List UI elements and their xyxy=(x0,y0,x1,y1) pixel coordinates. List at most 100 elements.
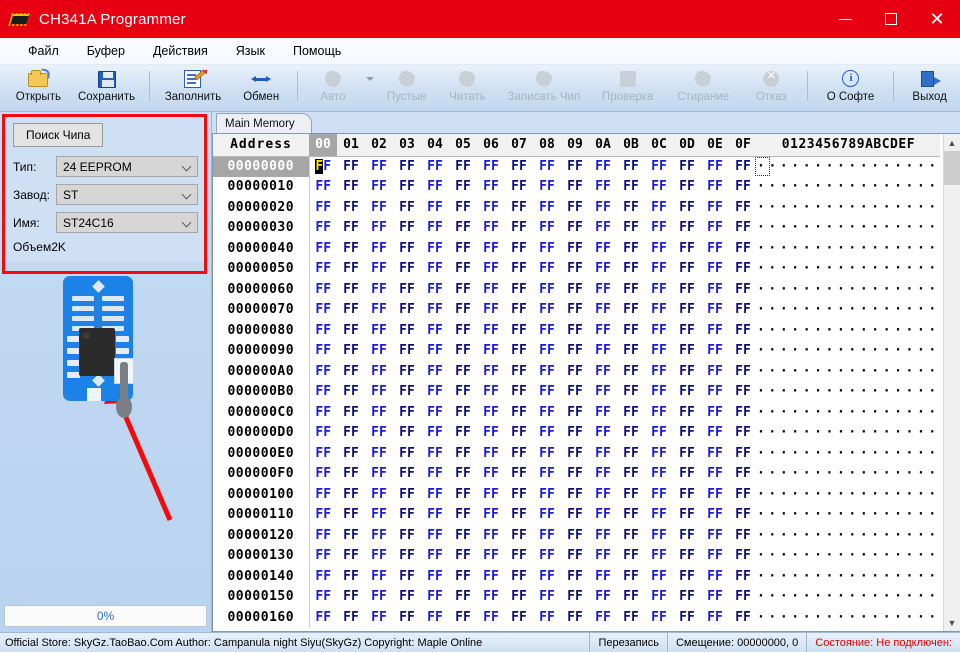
hex-byte-cell[interactable]: FF xyxy=(701,566,729,587)
hex-byte-cell[interactable]: FF xyxy=(645,197,673,218)
hex-byte-cell[interactable]: FF xyxy=(589,279,617,300)
hex-byte-cell[interactable]: FF xyxy=(561,197,589,218)
hex-row[interactable]: 00000080 FF FF FF FF FF FF FF FF FF FF FF FF FF FF FF FF… xyxy=(213,320,940,341)
hex-byte-cell[interactable]: FF xyxy=(505,566,533,587)
hex-byte-cell[interactable]: FF xyxy=(589,361,617,382)
hex-byte-cell[interactable]: FF xyxy=(421,546,449,567)
hex-byte-cell[interactable]: FF xyxy=(365,525,393,546)
hex-byte-cell[interactable]: FF xyxy=(645,156,673,177)
hex-byte-cell[interactable]: FF xyxy=(337,566,365,587)
hex-byte-cell[interactable]: FF xyxy=(477,382,505,403)
hex-byte-cell[interactable]: FF xyxy=(533,566,561,587)
hex-ascii-cell[interactable]: ················ xyxy=(757,279,940,300)
hex-byte-cell[interactable]: FF xyxy=(701,464,729,485)
toolbar-read-button[interactable]: Читать xyxy=(437,65,498,111)
hex-byte-cell[interactable]: FF xyxy=(645,587,673,608)
hex-byte-cell[interactable]: FF xyxy=(449,341,477,362)
hex-byte-cell[interactable]: FF xyxy=(337,218,365,239)
hex-byte-cell[interactable]: FF xyxy=(561,587,589,608)
hex-byte-cell[interactable]: FF xyxy=(673,402,701,423)
hex-byte-cell[interactable]: FF xyxy=(673,320,701,341)
hex-byte-cell[interactable]: FF xyxy=(477,156,505,177)
hex-ascii-cell[interactable]: ················ xyxy=(757,402,940,423)
hex-byte-cell[interactable]: FF xyxy=(449,402,477,423)
hex-byte-cell[interactable]: FF xyxy=(337,300,365,321)
hex-byte-cell[interactable]: FF xyxy=(449,525,477,546)
hex-byte-cell[interactable]: FF xyxy=(393,546,421,567)
hex-byte-cell[interactable]: FF xyxy=(505,320,533,341)
hex-byte-cell[interactable]: FF xyxy=(393,607,421,628)
hex-byte-cell[interactable]: FF xyxy=(533,218,561,239)
hex-row[interactable]: 00000150 FF FF FF FF FF FF FF FF FF FF FF FF FF FF FF FF… xyxy=(213,586,940,608)
hex-byte-cell[interactable]: FF xyxy=(729,525,757,546)
hex-byte-cell[interactable]: FF xyxy=(701,259,729,280)
hex-byte-cell[interactable]: FF xyxy=(533,464,561,485)
hex-byte-cell[interactable]: FF xyxy=(337,484,365,505)
hex-byte-cell[interactable]: FF xyxy=(421,300,449,321)
hex-byte-cell[interactable]: FF xyxy=(589,525,617,546)
hex-byte-cell[interactable]: FF xyxy=(701,361,729,382)
hex-byte-cell[interactable]: FF xyxy=(617,607,645,628)
hex-byte-cell[interactable]: FF xyxy=(617,238,645,259)
hex-ascii-cell[interactable]: ················ xyxy=(757,423,940,444)
hex-byte-cell[interactable]: FF xyxy=(617,525,645,546)
hex-byte-cell[interactable]: FF xyxy=(617,546,645,567)
hex-row[interactable]: 00000120 FF FF FF FF FF FF FF FF FF FF FF FF FF FF FF FF… xyxy=(213,525,940,546)
hex-byte-cell[interactable]: FF xyxy=(589,587,617,608)
hex-byte-cell[interactable]: FF xyxy=(421,341,449,362)
hex-byte-cell[interactable]: FF xyxy=(617,156,645,177)
hex-byte-cell[interactable]: FF xyxy=(617,177,645,198)
hex-byte-cell[interactable]: FF xyxy=(505,525,533,546)
hex-byte-cell[interactable]: FF xyxy=(589,423,617,444)
hex-row[interactable]: 00000160 FF FF FF FF FF FF FF FF FF FF FF FF FF FF FF FF… xyxy=(213,607,940,628)
toolbar-swap-button[interactable]: Обмен xyxy=(231,65,292,111)
hex-byte-cell[interactable]: FF xyxy=(477,218,505,239)
hex-byte-cell[interactable]: FF xyxy=(533,361,561,382)
hex-byte-cell[interactable]: FF xyxy=(421,566,449,587)
hex-byte-cell[interactable]: FF xyxy=(365,177,393,198)
hex-row[interactable]: 00000050 FF FF FF FF FF FF FF FF FF FF FF FF FF FF FF FF… xyxy=(213,258,940,280)
hex-byte-cell[interactable]: FF xyxy=(729,546,757,567)
hex-byte-cell[interactable]: FF xyxy=(673,156,701,177)
hex-byte-cell[interactable]: FF xyxy=(449,156,477,177)
hex-byte-cell[interactable]: FF xyxy=(365,566,393,587)
hex-byte-cell[interactable]: FF xyxy=(365,505,393,526)
hex-byte-cell[interactable]: FF xyxy=(701,382,729,403)
hex-row[interactable]: 00000070 FF FF FF FF FF FF FF FF FF FF FF FF FF FF FF FF… xyxy=(213,299,940,321)
hex-byte-cell[interactable]: FF xyxy=(309,587,337,608)
hex-byte-cell[interactable]: FF xyxy=(477,484,505,505)
hex-byte-cell[interactable]: FF xyxy=(617,279,645,300)
hex-byte-cell[interactable]: FF xyxy=(337,197,365,218)
toolbar-blank-button[interactable]: Пустые xyxy=(376,65,437,111)
hex-byte-cell[interactable]: FF xyxy=(589,484,617,505)
hex-byte-cell[interactable]: FF xyxy=(673,197,701,218)
hex-byte-cell[interactable]: FF xyxy=(393,484,421,505)
hex-byte-cell[interactable]: FF xyxy=(589,320,617,341)
hex-byte-cell[interactable]: FF xyxy=(309,464,337,485)
hex-byte-cell[interactable]: FF xyxy=(617,341,645,362)
hex-byte-cell[interactable]: FF xyxy=(477,238,505,259)
hex-byte-cell[interactable]: FF xyxy=(561,300,589,321)
hex-byte-cell[interactable]: FF xyxy=(393,197,421,218)
hex-byte-cell[interactable]: FF xyxy=(449,443,477,464)
hex-byte-cell[interactable]: FF xyxy=(589,218,617,239)
hex-byte-cell[interactable]: FF xyxy=(645,259,673,280)
hex-byte-cell[interactable]: FF xyxy=(309,156,337,177)
hex-ascii-cell[interactable]: ················ xyxy=(757,361,940,382)
hex-byte-cell[interactable]: FF xyxy=(561,320,589,341)
hex-byte-cell[interactable]: FF xyxy=(365,607,393,628)
hex-byte-cell[interactable]: FF xyxy=(673,300,701,321)
hex-byte-cell[interactable]: FF xyxy=(505,156,533,177)
hex-byte-cell[interactable]: FF xyxy=(393,505,421,526)
hex-byte-cell[interactable]: FF xyxy=(337,177,365,198)
hex-byte-cell[interactable]: FF xyxy=(589,443,617,464)
hex-ascii-cell[interactable]: ················ xyxy=(757,566,940,587)
hex-byte-cell[interactable]: FF xyxy=(589,156,617,177)
hex-byte-cell[interactable]: FF xyxy=(421,156,449,177)
hex-byte-cell[interactable]: FF xyxy=(645,361,673,382)
hex-row[interactable]: 00000000 FF FF FF FF FF FF FF FF FF FF FF FF FF FF FF FF… xyxy=(213,156,940,177)
hex-byte-cell[interactable]: FF xyxy=(533,423,561,444)
hex-ascii-cell[interactable]: ················ xyxy=(757,320,940,341)
hex-byte-cell[interactable]: FF xyxy=(673,341,701,362)
hex-byte-cell[interactable]: FF xyxy=(645,443,673,464)
